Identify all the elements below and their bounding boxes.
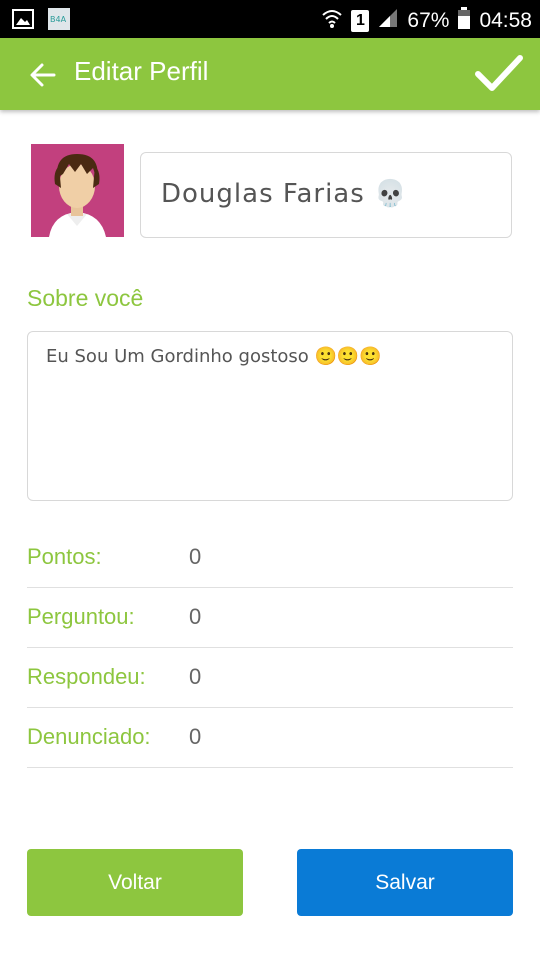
about-label: Sobre você — [27, 285, 144, 311]
stat-row-asked: Perguntou: 0 — [27, 588, 513, 648]
battery-percent: 67% — [407, 9, 450, 32]
back-button[interactable]: Voltar — [27, 849, 243, 916]
page-title: Editar Perfil — [74, 56, 209, 86]
stat-value: 0 — [189, 604, 202, 629]
save-button[interactable]: Salvar — [297, 849, 513, 916]
stat-label: Pontos: — [27, 544, 102, 569]
stat-row-points: Pontos: 0 — [27, 528, 513, 588]
stat-value: 0 — [189, 664, 202, 689]
battery-icon — [457, 7, 471, 35]
avatar[interactable] — [31, 144, 124, 237]
stat-row-reported: Denunciado: 0 — [27, 708, 513, 768]
stat-value: 0 — [189, 724, 202, 749]
check-icon[interactable] — [474, 52, 524, 96]
stats-list: Pontos: 0 Perguntou: 0 Respondeu: 0 Denu… — [27, 528, 513, 768]
svg-text:B4A: B4A — [50, 15, 67, 24]
about-value: Eu Sou Um Gordinho gostoso 🙂🙂🙂 — [46, 346, 382, 367]
signal-icon — [377, 7, 399, 35]
name-field[interactable]: Douglas Farias 💀 — [140, 152, 512, 238]
stat-row-answered: Respondeu: 0 — [27, 648, 513, 708]
stat-value: 0 — [189, 544, 202, 569]
clock: 04:58 — [479, 9, 532, 32]
name-value: Douglas Farias 💀 — [161, 179, 408, 209]
stat-label: Respondeu: — [27, 664, 146, 689]
about-field[interactable]: Eu Sou Um Gordinho gostoso 🙂🙂🙂 — [27, 331, 513, 501]
stat-label: Denunciado: — [27, 724, 151, 749]
wifi-icon — [321, 7, 343, 35]
app-bar: Editar Perfil — [0, 38, 540, 110]
back-arrow-icon[interactable] — [28, 60, 58, 90]
stat-label: Perguntou: — [27, 604, 135, 629]
notification-icons: B4A — [12, 8, 70, 34]
sim-slot-icon: 1 — [351, 10, 370, 32]
app-logo-icon: B4A — [48, 8, 70, 34]
system-icons: 1 67% 04:58 — [321, 7, 532, 35]
status-bar: B4A 1 67% 04:58 — [0, 0, 540, 38]
image-icon — [12, 9, 34, 33]
